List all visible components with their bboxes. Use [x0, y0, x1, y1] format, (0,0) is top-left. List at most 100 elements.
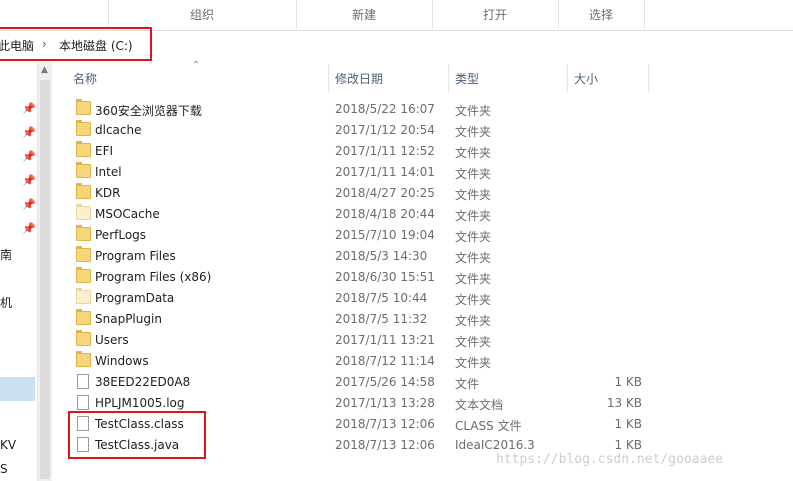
file-name: PerfLogs — [95, 228, 147, 242]
file-icon — [77, 395, 89, 410]
ribbon-group-open[interactable]: 打开 — [434, 0, 556, 30]
folder-icon — [76, 309, 91, 325]
folder-icon — [76, 351, 91, 367]
file-row[interactable]: Users 2017/1/11 13:21 文件夹 — [52, 329, 793, 350]
column-header-size[interactable]: 大小 — [574, 70, 598, 87]
ribbon-separator — [108, 0, 109, 28]
file-row[interactable]: Intel 2017/1/11 14:01 文件夹 — [52, 161, 793, 182]
file-name: Windows — [95, 354, 149, 368]
file-type: 文件夹 — [455, 335, 492, 349]
column-header-type[interactable]: 类型 — [455, 70, 479, 87]
nav-item-label[interactable]: 机 — [0, 294, 12, 311]
file-modified-date: 2017/5/26 14:58 — [335, 375, 435, 389]
breadcrumb-this-pc[interactable]: 此电脑 — [0, 37, 34, 54]
address-bar[interactable]: 此电脑 › 本地磁盘 (C:) — [0, 27, 152, 61]
file-name: ProgramData — [95, 291, 175, 305]
column-divider[interactable] — [648, 64, 649, 92]
file-type: 文件夹 — [455, 167, 492, 181]
file-modified-date: 2017/1/11 12:52 — [335, 144, 435, 158]
file-size: 1 KB — [614, 438, 642, 452]
pin-icon[interactable]: 📌 — [22, 198, 36, 211]
file-row[interactable]: Windows 2018/7/12 11:14 文件夹 — [52, 350, 793, 371]
column-divider[interactable] — [567, 64, 568, 92]
file-type: 文件 — [455, 377, 480, 391]
file-modified-date: 2018/7/12 11:14 — [335, 354, 435, 368]
file-modified-date: 2018/7/5 11:32 — [335, 312, 428, 326]
file-row[interactable]: MSOCache 2018/4/18 20:44 文件夹 — [52, 203, 793, 224]
file-row[interactable]: KDR 2018/4/27 20:25 文件夹 — [52, 182, 793, 203]
folder-icon — [76, 330, 91, 346]
highlight-box-test-files — [68, 411, 206, 459]
pin-icon[interactable]: 📌 — [22, 222, 36, 235]
file-type: 文件夹 — [455, 356, 492, 370]
file-type: 文件夹 — [455, 251, 492, 265]
nav-scrollbar[interactable]: ▲ — [37, 62, 52, 481]
pin-icon[interactable]: 📌 — [22, 102, 36, 115]
file-row[interactable]: ProgramData 2018/7/5 10:44 文件夹 — [52, 287, 793, 308]
scrollbar-thumb[interactable] — [40, 80, 50, 479]
pin-icon[interactable]: 📌 — [22, 126, 36, 139]
watermark-text: https://blog.csdn.net/gooaaee — [496, 452, 723, 467]
file-modified-date: 2017/1/12 20:54 — [335, 123, 435, 137]
ribbon-separator — [644, 0, 645, 28]
sort-ascending-icon: ⌃ — [192, 60, 201, 71]
file-type: CLASS 文件 — [455, 419, 522, 433]
file-modified-date: 2018/5/3 14:30 — [335, 249, 428, 263]
folder-icon — [76, 141, 91, 157]
file-row[interactable]: Program Files 2018/5/3 14:30 文件夹 — [52, 245, 793, 266]
file-modified-date: 2018/5/22 16:07 — [335, 102, 435, 116]
ribbon-group-select[interactable]: 选择 — [560, 0, 642, 30]
ribbon-separator — [296, 0, 297, 28]
file-row[interactable]: dlcache 2017/1/12 20:54 文件夹 — [52, 119, 793, 140]
hidden-folder-icon — [76, 204, 91, 220]
file-row[interactable]: HPLJM1005.log 2017/1/13 13:28 文本文档 13 KB — [52, 392, 793, 413]
file-name: Program Files (x86) — [95, 270, 212, 284]
file-type: 文件夹 — [455, 314, 492, 328]
file-type: 文件夹 — [455, 188, 492, 202]
nav-item-label[interactable]: KV — [0, 438, 16, 452]
file-name: dlcache — [95, 123, 142, 137]
file-modified-date: 2018/7/13 12:06 — [335, 417, 435, 431]
column-divider[interactable] — [328, 64, 329, 92]
nav-item-selected[interactable] — [0, 377, 35, 401]
nav-item-label[interactable]: S — [0, 462, 8, 476]
ribbon-toolbar: 组织 新建 打开 选择 — [0, 0, 793, 30]
file-size: 1 KB — [614, 375, 642, 389]
file-type: 文件夹 — [455, 272, 492, 286]
file-type: 文件夹 — [455, 125, 492, 139]
breadcrumb-chevron-icon[interactable]: › — [42, 37, 47, 51]
ribbon-group-organize[interactable]: 组织 — [110, 0, 294, 30]
column-header-date[interactable]: 修改日期 — [335, 70, 383, 87]
file-modified-date: 2018/4/27 20:25 — [335, 186, 435, 200]
pin-icon[interactable]: 📌 — [22, 150, 36, 163]
ribbon-separator — [432, 0, 433, 28]
file-icon — [77, 374, 89, 389]
file-name: 38EED22ED0A8 — [95, 375, 191, 389]
file-name: KDR — [95, 186, 121, 200]
file-modified-date: 2015/7/10 19:04 — [335, 228, 435, 242]
file-name: SnapPlugin — [95, 312, 162, 326]
file-size: 1 KB — [614, 417, 642, 431]
file-row[interactable]: PerfLogs 2015/7/10 19:04 文件夹 — [52, 224, 793, 245]
scroll-up-arrow-icon[interactable]: ▲ — [41, 65, 48, 75]
file-row[interactable]: 38EED22ED0A8 2017/5/26 14:58 文件 1 KB — [52, 371, 793, 392]
file-row[interactable]: EFI 2017/1/11 12:52 文件夹 — [52, 140, 793, 161]
file-row[interactable]: Program Files (x86) 2018/6/30 15:51 文件夹 — [52, 266, 793, 287]
breadcrumb-local-disk[interactable]: 本地磁盘 (C:) — [59, 37, 133, 54]
file-type: 文件夹 — [455, 104, 492, 118]
column-header-name[interactable]: 名称 — [73, 70, 97, 87]
file-type: 文件夹 — [455, 293, 492, 307]
file-modified-date: 2018/6/30 15:51 — [335, 270, 435, 284]
file-modified-date: 2018/4/18 20:44 — [335, 207, 435, 221]
file-row[interactable]: 360安全浏览器下载 2018/5/22 16:07 文件夹 — [52, 98, 793, 119]
column-divider[interactable] — [448, 64, 449, 92]
pin-icon[interactable]: 📌 — [22, 174, 36, 187]
nav-item-label[interactable]: 南 — [0, 246, 12, 263]
column-header-row: ⌃ 名称 修改日期 类型 大小 — [52, 60, 793, 92]
file-type: 文件夹 — [455, 146, 492, 160]
file-row[interactable]: SnapPlugin 2018/7/5 11:32 文件夹 — [52, 308, 793, 329]
file-modified-date: 2018/7/5 10:44 — [335, 291, 428, 305]
file-modified-date: 2017/1/11 13:21 — [335, 333, 435, 347]
hidden-folder-icon — [76, 288, 91, 304]
ribbon-group-new[interactable]: 新建 — [298, 0, 430, 30]
